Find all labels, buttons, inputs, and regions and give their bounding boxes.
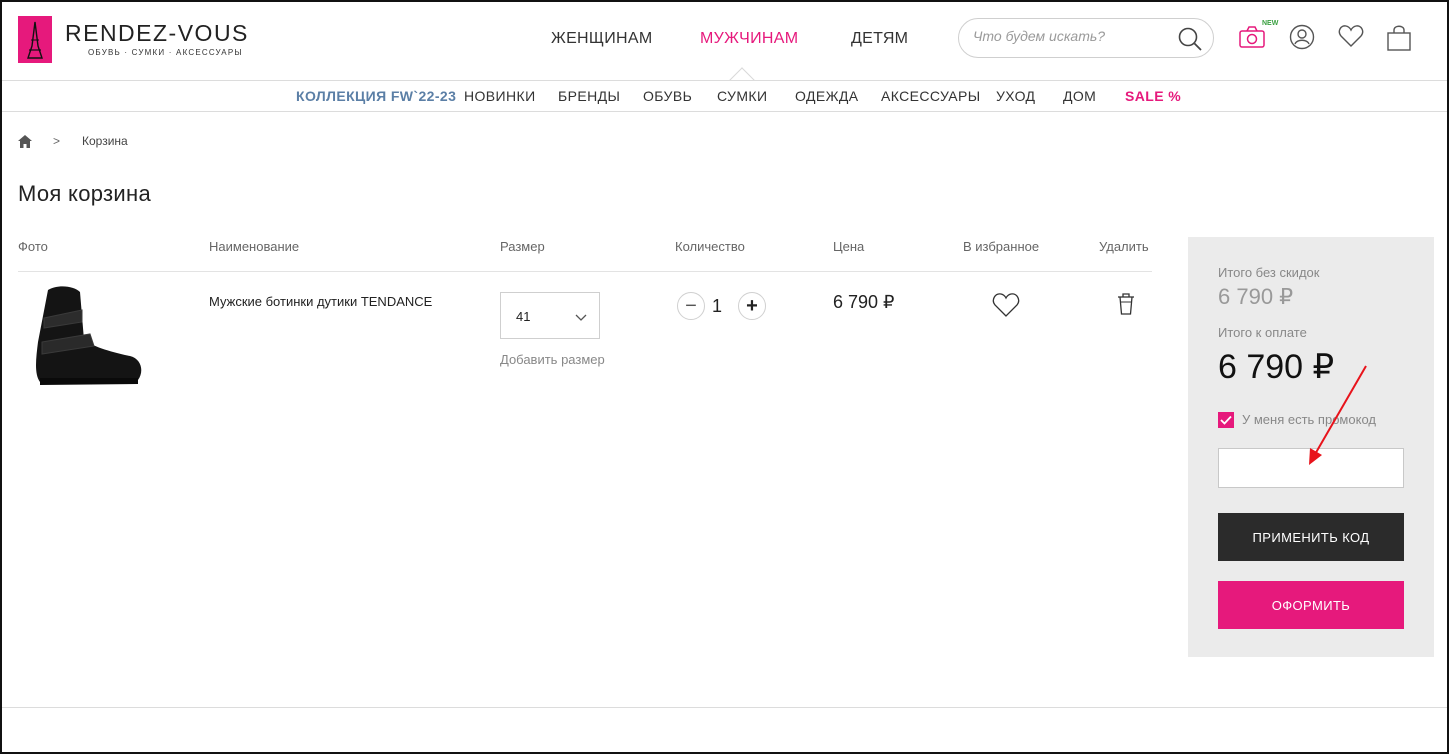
annotation-arrow-icon <box>1300 360 1374 475</box>
add-to-favorites-icon[interactable] <box>992 292 1020 323</box>
search-icon[interactable] <box>1177 26 1203 57</box>
total-label: Итого к оплате <box>1218 325 1307 340</box>
size-select[interactable]: 41 <box>500 292 600 339</box>
size-value: 41 <box>516 309 531 324</box>
page-title: Моя корзина <box>18 181 151 206</box>
subnav-bags[interactable]: СУМКИ <box>717 88 767 104</box>
quantity-increase-button[interactable]: + <box>738 292 766 320</box>
subnav-shoes[interactable]: ОБУВЬ <box>643 88 692 104</box>
subnav-collection[interactable]: КОЛЛЕКЦИЯ FW`22-23 <box>296 88 456 104</box>
account-icon[interactable] <box>1289 24 1315 55</box>
search-input[interactable] <box>973 28 1173 44</box>
breadcrumb-separator: > <box>53 134 61 148</box>
subnav-home[interactable]: ДОМ <box>1063 88 1096 104</box>
table-divider <box>18 271 1152 272</box>
col-favorite: В избранное <box>963 239 1040 254</box>
nav-kids[interactable]: ДЕТЯМ <box>851 30 908 48</box>
promo-checkbox[interactable] <box>1218 412 1234 428</box>
nav-men[interactable]: МУЖЧИНАМ <box>700 30 798 48</box>
subnav-clothing[interactable]: ОДЕЖДА <box>795 88 859 104</box>
subtotal-label: Итого без скидок <box>1218 265 1320 280</box>
item-price: 6 790 ₽ <box>833 292 895 312</box>
breadcrumb-current: Корзина <box>82 134 128 148</box>
chevron-down-icon <box>575 309 587 327</box>
quantity-decrease-button[interactable]: − <box>677 292 705 320</box>
subnav-brands[interactable]: БРЕНДЫ <box>558 88 620 104</box>
add-size-link[interactable]: Добавить размер <box>500 352 605 367</box>
footer-divider <box>2 707 1447 708</box>
quantity-value: 1 <box>712 296 723 316</box>
logo-title[interactable]: RENDEZ-VOUS <box>65 20 249 47</box>
subnav-care[interactable]: УХОД <box>996 88 1035 104</box>
trash-icon[interactable] <box>1116 292 1136 321</box>
search-box <box>958 18 1214 58</box>
header-divider <box>2 80 1447 81</box>
subnav-accessories[interactable]: АКСЕССУАРЫ <box>881 88 981 104</box>
subtotal-value: 6 790 ₽ <box>1218 284 1294 309</box>
checkout-button[interactable]: ОФОРМИТЬ <box>1218 581 1404 629</box>
new-badge: NEW <box>1262 20 1279 27</box>
product-name[interactable]: Мужские ботинки дутики TENDANCE <box>209 294 432 309</box>
col-size: Размер <box>500 239 545 254</box>
col-name: Наименование <box>209 239 300 254</box>
camera-icon[interactable] <box>1238 24 1266 55</box>
logo-subtitle: ОБУВЬ · СУМКИ · АКСЕССУАРЫ <box>88 48 243 57</box>
subnav-sale[interactable]: SALE % <box>1125 88 1181 104</box>
heart-icon[interactable] <box>1338 24 1364 53</box>
col-photo: Фото <box>18 239 48 254</box>
bag-icon[interactable] <box>1386 24 1412 57</box>
apply-code-button[interactable]: ПРИМЕНИТЬ КОД <box>1218 513 1404 561</box>
col-delete: Удалить <box>1099 239 1149 254</box>
col-price: Цена <box>833 239 865 254</box>
home-icon[interactable] <box>18 135 32 153</box>
logo-mark[interactable] <box>18 16 52 63</box>
subnav-new[interactable]: НОВИНКИ <box>464 88 536 104</box>
product-image[interactable] <box>30 282 150 397</box>
col-quantity: Количество <box>675 239 745 254</box>
nav-women[interactable]: ЖЕНЩИНАМ <box>551 30 652 48</box>
subnav-divider <box>2 111 1447 112</box>
